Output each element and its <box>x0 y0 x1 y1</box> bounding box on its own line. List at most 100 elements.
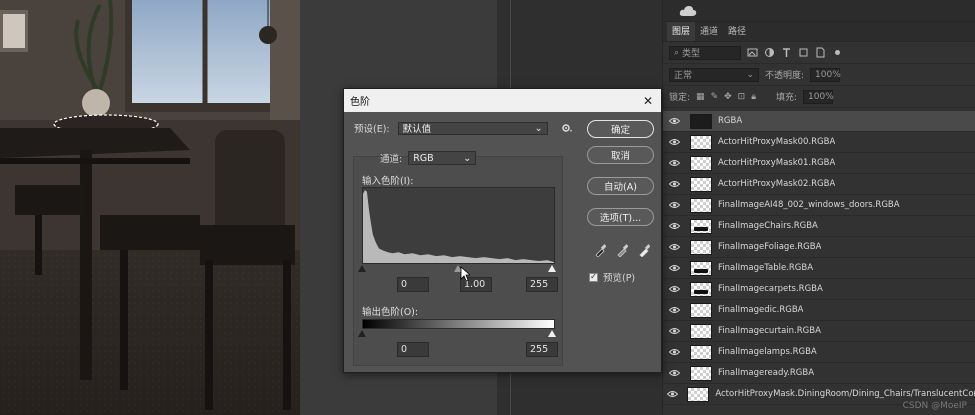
layer-name: FinalImagecurtain.RGBA <box>718 326 821 336</box>
layer-thumbnail <box>690 239 712 255</box>
gear-icon[interactable] <box>561 123 573 133</box>
tab-channels[interactable]: 通道 <box>695 21 723 41</box>
layer-thumbnail <box>690 323 712 339</box>
visibility-eye-icon[interactable] <box>663 306 685 314</box>
output-white-field[interactable]: 255 <box>526 342 558 357</box>
visibility-eye-icon[interactable] <box>663 243 685 251</box>
opacity-field[interactable]: 100% <box>810 67 841 82</box>
visibility-eye-icon[interactable] <box>663 285 685 293</box>
fill-field[interactable]: 100% <box>803 89 834 104</box>
lock-all-icon[interactable]: 🔒︎ <box>751 92 756 102</box>
visibility-eye-icon[interactable] <box>663 180 685 188</box>
layer-row[interactable]: RGBA <box>663 111 975 132</box>
blend-row: 正常 ⌄ 不透明度: 100% <box>663 64 975 86</box>
chevron-down-icon: ⌄ <box>746 69 754 80</box>
preview-checkbox[interactable]: ✓ <box>589 272 598 282</box>
filter-shape-icon[interactable] <box>798 47 809 58</box>
filter-kind-select[interactable]: ⌕ 类型 <box>669 45 741 60</box>
lock-label: 锁定: <box>669 93 691 103</box>
auto-button[interactable]: 自动(A) <box>587 177 654 195</box>
channel-select[interactable]: RGB ⌄ <box>408 151 477 165</box>
layer-name: FinalImageAI48_002_windows_doors.RGBA <box>718 200 900 210</box>
layer-row[interactable]: ActorHitProxyMask02.RGBA <box>663 174 975 195</box>
layer-thumbnail <box>690 113 712 129</box>
output-black-field[interactable]: 0 <box>397 342 429 357</box>
layer-name: FinalImagecarpets.RGBA <box>718 284 823 294</box>
cloud-icon[interactable] <box>679 5 697 17</box>
layer-name: ActorHitProxyMask.DiningRoom/Dining_Chai… <box>715 389 975 399</box>
tab-paths[interactable]: 路径 <box>723 21 751 41</box>
layer-name: FinalImageready.RGBA <box>718 368 815 378</box>
chevron-down-icon: ⌄ <box>463 152 472 164</box>
layer-name: FinalImageTable.RGBA <box>718 263 814 273</box>
filter-smart-object-icon[interactable] <box>815 47 826 58</box>
filter-kind-label: 类型 <box>682 49 701 59</box>
levels-dialog: 色阶 ✕ 预设(E): 默认值 ⌄ 通道: RGB ⌄ 输入色阶(I): 0 1… <box>343 88 662 373</box>
visibility-eye-icon[interactable] <box>663 138 685 146</box>
tab-layers[interactable]: 图层 <box>667 20 696 41</box>
filter-pixel-icon[interactable] <box>747 47 758 58</box>
preview-label: 预览(P) <box>603 273 636 284</box>
channel-label: 通道: <box>380 154 403 165</box>
layer-row[interactable]: FinalImagelamps.RGBA <box>663 342 975 363</box>
opacity-label: 不透明度: <box>765 71 805 81</box>
layer-row[interactable]: ActorHitProxyMask01.RGBA <box>663 153 975 174</box>
visibility-eye-icon[interactable] <box>663 201 685 209</box>
layer-row[interactable]: FinalImageChairs.RGBA <box>663 216 975 237</box>
filter-row: ⌕ 类型 <box>663 42 975 64</box>
options-button[interactable]: 选项(T)... <box>587 208 654 226</box>
input-black-field[interactable]: 0 <box>397 277 429 292</box>
layer-row[interactable]: FinalImagecarpets.RGBA <box>663 279 975 300</box>
visibility-eye-icon[interactable] <box>663 117 685 125</box>
ok-button[interactable]: 确定 <box>587 120 654 138</box>
white-eyedropper-icon[interactable] <box>638 243 650 257</box>
visibility-eye-icon[interactable] <box>663 159 685 167</box>
lock-transparent-icon[interactable]: ▦ <box>696 92 705 102</box>
input-white-field[interactable]: 255 <box>526 277 558 292</box>
lock-move-icon[interactable]: ✥ <box>724 92 732 102</box>
layer-thumbnail <box>690 176 712 192</box>
visibility-eye-icon[interactable] <box>663 264 685 272</box>
layer-row[interactable]: FinalImagecurtain.RGBA <box>663 321 975 342</box>
visibility-eye-icon[interactable] <box>663 222 685 230</box>
opacity-value: 100% <box>815 69 841 80</box>
layer-name: ActorHitProxyMask00.RGBA <box>718 137 836 147</box>
lock-paint-icon[interactable]: ✎ <box>711 92 719 102</box>
visibility-eye-icon[interactable] <box>663 348 685 356</box>
cancel-button[interactable]: 取消 <box>587 146 654 164</box>
blend-mode-select[interactable]: 正常 ⌄ <box>669 67 759 82</box>
output-white-value: 255 <box>530 344 549 355</box>
dining-room-photo <box>0 0 300 415</box>
document-canvas[interactable] <box>0 0 300 415</box>
gray-eyedropper-icon[interactable] <box>616 243 628 257</box>
dialog-titlebar[interactable]: 色阶 ✕ <box>344 89 661 112</box>
layer-thumbnail <box>690 365 712 381</box>
layer-row[interactable]: ActorHitProxyMask00.RGBA <box>663 132 975 153</box>
filter-toggle-icon[interactable] <box>832 47 843 58</box>
input-white-slider[interactable] <box>548 265 556 272</box>
output-white-slider[interactable] <box>548 330 556 337</box>
filter-type-icon[interactable] <box>781 47 792 58</box>
filter-adjustment-icon[interactable] <box>764 47 775 58</box>
channel-value: RGB <box>413 152 434 164</box>
input-black-slider[interactable] <box>358 265 366 272</box>
layer-row[interactable]: FinalImageAI48_002_windows_doors.RGBA <box>663 195 975 216</box>
output-black-slider[interactable] <box>358 330 366 337</box>
layer-thumbnail <box>690 218 712 234</box>
layer-row[interactable]: FinalImagedic.RGBA <box>663 300 975 321</box>
layer-row[interactable]: FinalImageFoliage.RGBA <box>663 237 975 258</box>
visibility-eye-icon[interactable] <box>663 327 685 335</box>
layer-row[interactable]: FinalImageready.RGBA <box>663 363 975 384</box>
lock-row: 锁定: ▦ ✎ ✥ ⊡ 🔒︎ 填充: 100% <box>663 86 975 108</box>
black-eyedropper-icon[interactable] <box>594 243 606 257</box>
histogram <box>362 187 555 264</box>
visibility-eye-icon[interactable] <box>663 369 685 377</box>
preview-row: ✓ 预览(P) <box>589 270 635 284</box>
close-icon[interactable]: ✕ <box>641 94 655 108</box>
visibility-eye-icon[interactable] <box>663 390 682 398</box>
layer-row[interactable]: FinalImageTable.RGBA <box>663 258 975 279</box>
preset-value: 默认值 <box>402 124 432 135</box>
preset-select[interactable]: 默认值 ⌄ <box>397 121 548 135</box>
panel-topbar <box>663 0 975 22</box>
lock-artboard-icon[interactable]: ⊡ <box>738 92 746 102</box>
